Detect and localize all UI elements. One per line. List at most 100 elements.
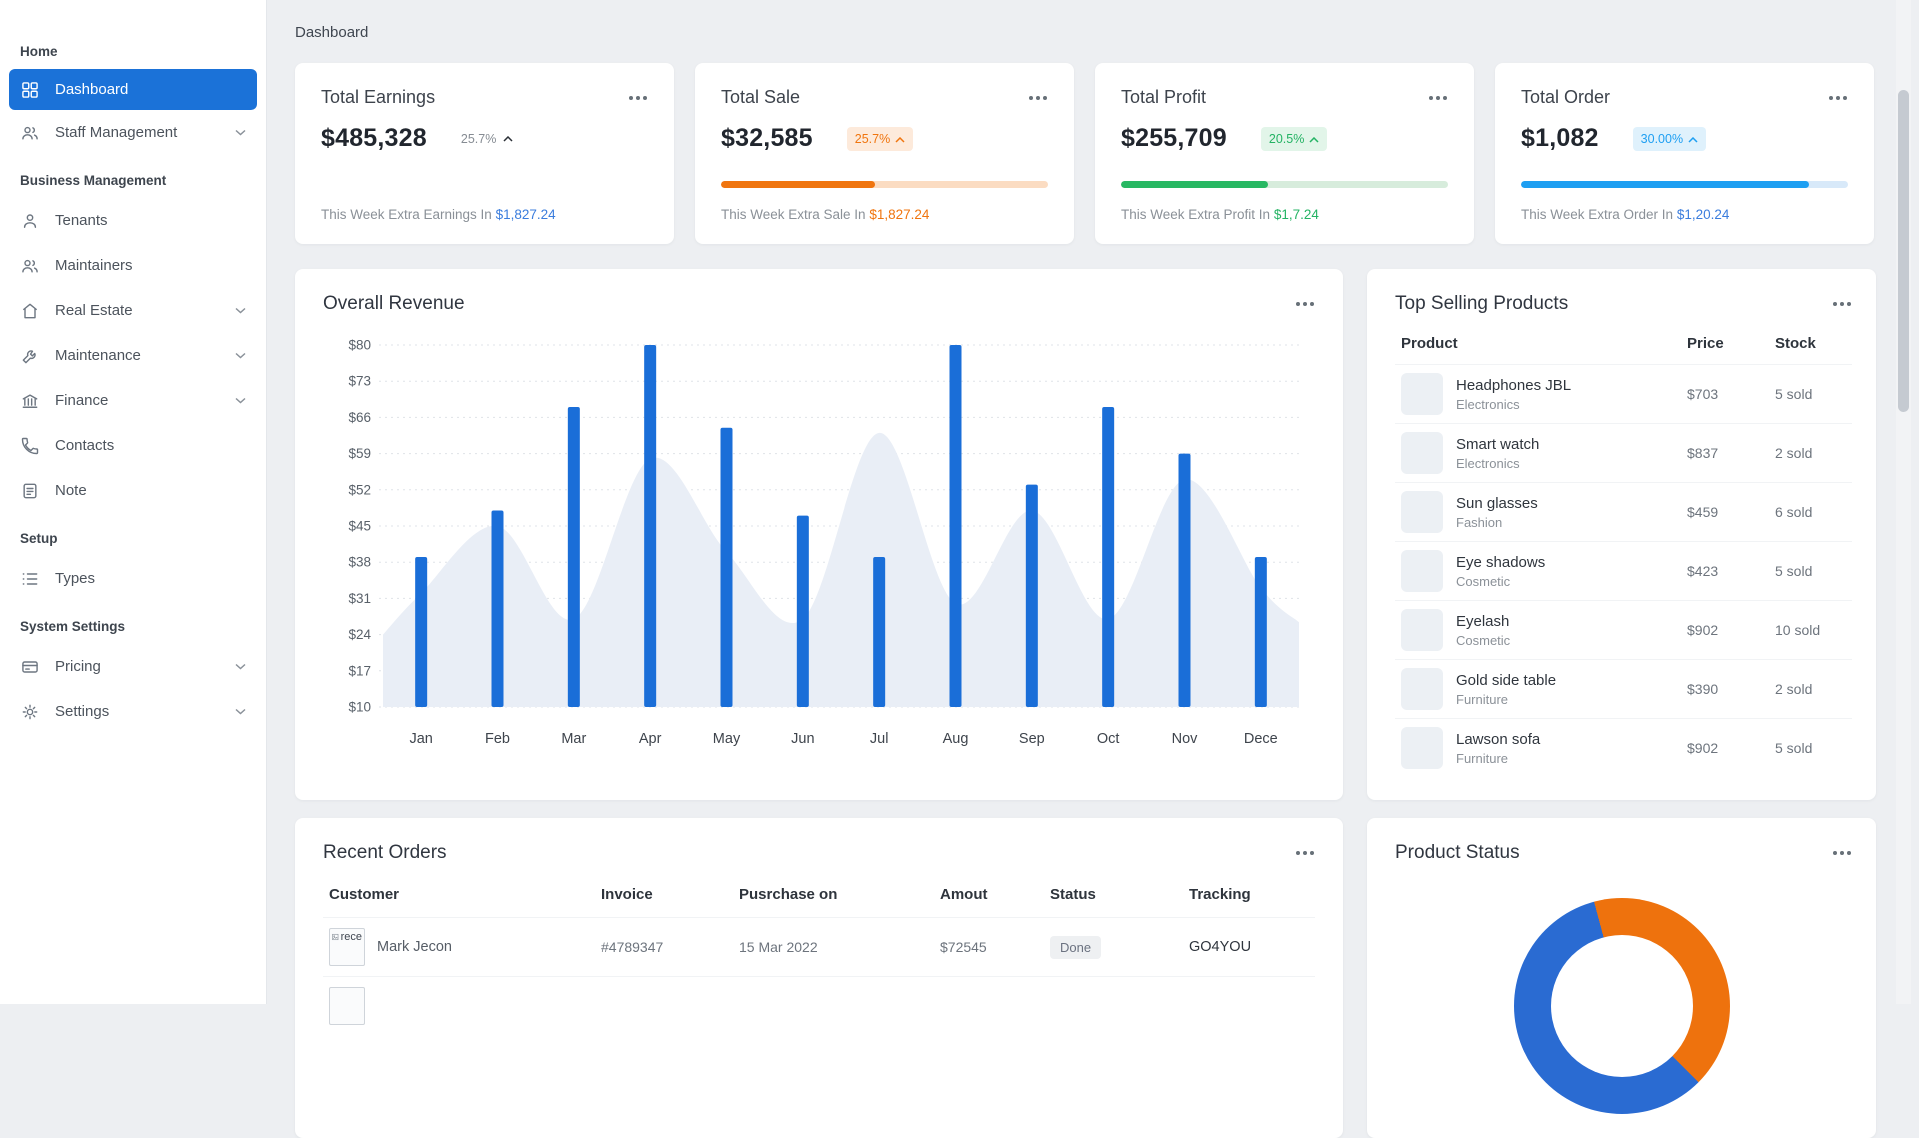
product-stock: 5 sold: [1775, 563, 1813, 579]
product-stock: 10 sold: [1775, 622, 1821, 638]
more-menu-icon[interactable]: [1295, 301, 1315, 307]
list-item[interactable]: Eyelash Cosmetic $902 10 sold: [1395, 600, 1852, 659]
column-header-product: Product: [1401, 335, 1458, 352]
card-title: Total Profit: [1121, 87, 1207, 107]
svg-text:Dece: Dece: [1244, 731, 1278, 747]
svg-text:$52: $52: [348, 482, 371, 497]
panel-title: Recent Orders: [323, 842, 447, 863]
svg-text:$31: $31: [348, 591, 371, 606]
progress-bar: [1121, 181, 1448, 188]
table-row[interactable]: rece Mark Jecon #4789347 15 Mar 2022 $72…: [323, 917, 1315, 976]
svg-text:Aug: Aug: [943, 731, 969, 747]
column-header-amount: Amout: [940, 886, 988, 903]
chevron-up-icon: [895, 132, 905, 146]
svg-text:Jan: Jan: [409, 731, 432, 747]
card-footer: This Week Extra Sale In $1,827.24: [721, 207, 930, 222]
more-menu-icon[interactable]: [1295, 850, 1315, 856]
list-item[interactable]: Smart watch Electronics $837 2 sold: [1395, 423, 1852, 482]
order-invoice: #4789347: [601, 939, 664, 955]
sidebar-item-label: Note: [55, 482, 87, 499]
sidebar-item-tenants[interactable]: Tenants: [0, 198, 266, 243]
product-category: Cosmetic: [1456, 573, 1511, 589]
orders-table-header: Customer Invoice Pusrchase on Amout Stat…: [323, 864, 1315, 917]
product-status-panel: Product Status: [1367, 818, 1876, 1138]
footer-amount: $1,20.24: [1676, 207, 1730, 222]
product-thumbnail: [1401, 668, 1443, 710]
svg-text:$59: $59: [348, 446, 371, 461]
chevron-up-icon: [1688, 132, 1698, 146]
chevron-up-icon: [503, 135, 513, 142]
sidebar-item-contacts[interactable]: Contacts: [0, 423, 266, 468]
chevron-down-icon: [235, 129, 246, 136]
footer-amount: $1,7.24: [1273, 207, 1319, 222]
sidebar-item-maintenance[interactable]: Maintenance: [0, 333, 266, 378]
product-price: $423: [1687, 563, 1719, 579]
svg-text:Nov: Nov: [1172, 731, 1199, 747]
sidebar-item-staff-management[interactable]: Staff Management: [0, 110, 266, 155]
more-menu-icon[interactable]: [1428, 95, 1448, 101]
customer-name: Mark Jecon: [377, 939, 452, 955]
sidebar-item-real-estate[interactable]: Real Estate: [0, 288, 266, 333]
product-price: $459: [1687, 504, 1719, 520]
product-price: $902: [1687, 740, 1719, 756]
sidebar-item-pricing[interactable]: Pricing: [0, 644, 266, 689]
product-name: Eye shadows: [1456, 553, 1546, 571]
list-item[interactable]: Sun glasses Fashion $459 6 sold: [1395, 482, 1852, 541]
more-menu-icon[interactable]: [628, 95, 648, 101]
products-table-header: Product Price Stock: [1395, 315, 1852, 364]
sidebar-item-note[interactable]: Note: [0, 468, 266, 513]
more-menu-icon[interactable]: [1028, 95, 1048, 101]
card-value: $485,328: [321, 124, 427, 152]
sidebar-item-finance[interactable]: Finance: [0, 378, 266, 423]
more-menu-icon[interactable]: [1828, 95, 1848, 101]
products-list: Headphones JBL Electronics $703 5 sold S…: [1395, 364, 1852, 777]
product-category: Cosmetic: [1456, 632, 1511, 648]
list-item[interactable]: Lawson sofa Furniture $902 5 sold: [1395, 718, 1852, 777]
sidebar-section-system-settings: System Settings: [20, 619, 126, 634]
product-thumbnail: [1401, 373, 1443, 415]
note-icon: [20, 481, 40, 501]
sidebar-item-label: Tenants: [55, 212, 108, 229]
card-title: Total Order: [1521, 87, 1611, 107]
panel-title: Top Selling Products: [1395, 293, 1569, 314]
orders-list: rece Mark Jecon #4789347 15 Mar 2022 $72…: [323, 917, 1315, 976]
top-selling-products-panel: Top Selling Products Product Price Stock…: [1367, 269, 1876, 800]
overall-revenue-panel: Overall Revenue $80 $73 $66 $59 $52 $45 $38 $31…: [295, 269, 1343, 800]
svg-text:Jul: Jul: [870, 731, 889, 747]
sidebar-item-dashboard[interactable]: Dashboard: [9, 69, 257, 110]
footer-amount: $1,827.24: [495, 207, 556, 222]
sidebar-item-label: Maintenance: [55, 347, 141, 364]
svg-text:$66: $66: [348, 410, 371, 425]
svg-text:$45: $45: [348, 519, 371, 534]
product-name: Gold side table: [1456, 671, 1557, 689]
chevron-down-icon: [235, 663, 246, 670]
stat-card-total-profit: Total Profit $255,709 20.5% This Week Ex…: [1095, 63, 1474, 244]
chevron-up-icon: [1309, 132, 1319, 146]
recent-orders-panel: Recent Orders Customer Invoice Pusrchase…: [295, 818, 1343, 1138]
list-item[interactable]: Gold side table Furniture $390 2 sold: [1395, 659, 1852, 718]
product-name: Eyelash: [1456, 612, 1510, 630]
list-item[interactable]: Eye shadows Cosmetic $423 5 sold: [1395, 541, 1852, 600]
product-name: Lawson sofa: [1456, 730, 1541, 748]
sidebar-item-label: Real Estate: [55, 302, 133, 319]
dashboard-icon: [20, 80, 40, 100]
order-amount: $72545: [940, 939, 987, 955]
sidebar-item-maintainers[interactable]: Maintainers: [0, 243, 266, 288]
card-footer: This Week Extra Earnings In $1,827.24: [321, 207, 556, 222]
card-title: Total Sale: [721, 87, 801, 107]
sidebar-section-home: Home: [20, 44, 58, 59]
column-header-tracking: Tracking: [1189, 886, 1251, 903]
stat-card-total-earnings: Total Earnings $485,328 25.7% This Week …: [295, 63, 674, 244]
more-menu-icon[interactable]: [1832, 850, 1852, 856]
list-item[interactable]: Headphones JBL Electronics $703 5 sold: [1395, 364, 1852, 423]
avatar-alt-text: rece: [340, 931, 362, 943]
product-price: $703: [1687, 386, 1719, 402]
table-row-partial[interactable]: [323, 976, 1315, 1035]
delta-indicator: 25.7%: [461, 132, 513, 146]
more-menu-icon[interactable]: [1832, 301, 1852, 307]
sidebar-item-settings[interactable]: Settings: [0, 689, 266, 734]
sidebar-section-setup: Setup: [20, 531, 58, 546]
scrollbar-thumb[interactable]: [1898, 90, 1909, 412]
sidebar-item-types[interactable]: Types: [0, 556, 266, 601]
footer-amount: $1,827.24: [869, 207, 930, 222]
